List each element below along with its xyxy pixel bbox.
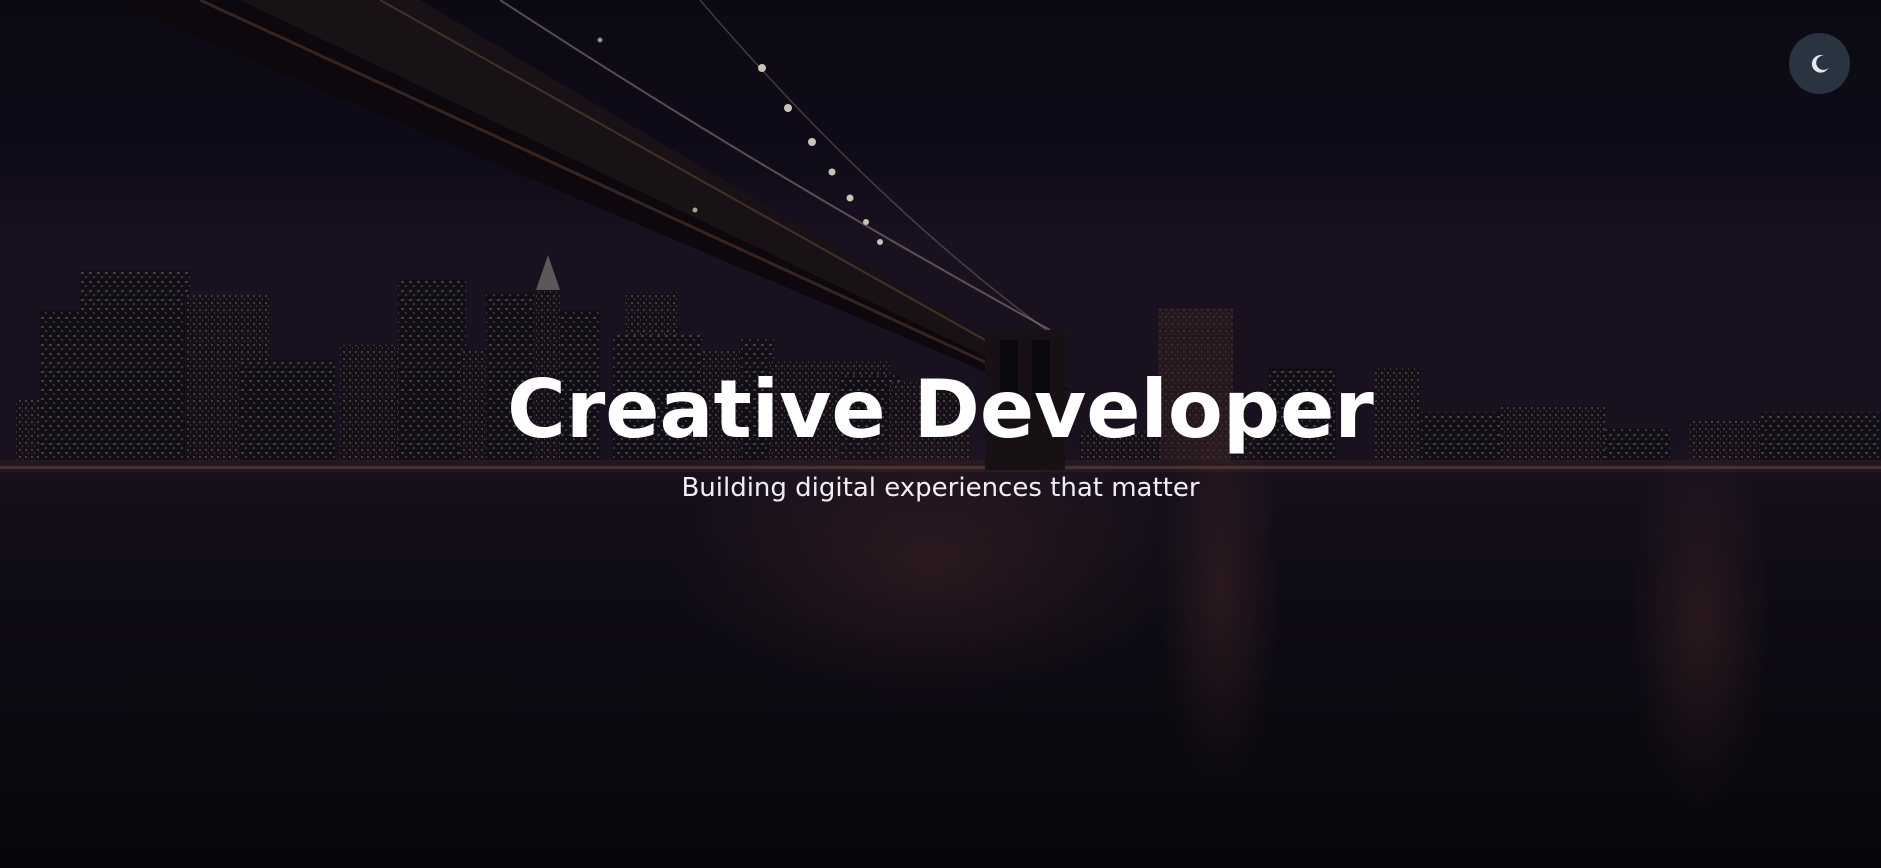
hero-title: Creative Developer	[507, 363, 1374, 456]
hero-content: Creative Developer Building digital expe…	[0, 355, 1881, 507]
hero-subtitle: Building digital experiences that matter	[681, 473, 1200, 503]
theme-toggle-button[interactable]	[1789, 33, 1850, 94]
moon-icon	[1811, 54, 1828, 73]
hero-section: Creative Developer Building digital expe…	[0, 0, 1881, 868]
